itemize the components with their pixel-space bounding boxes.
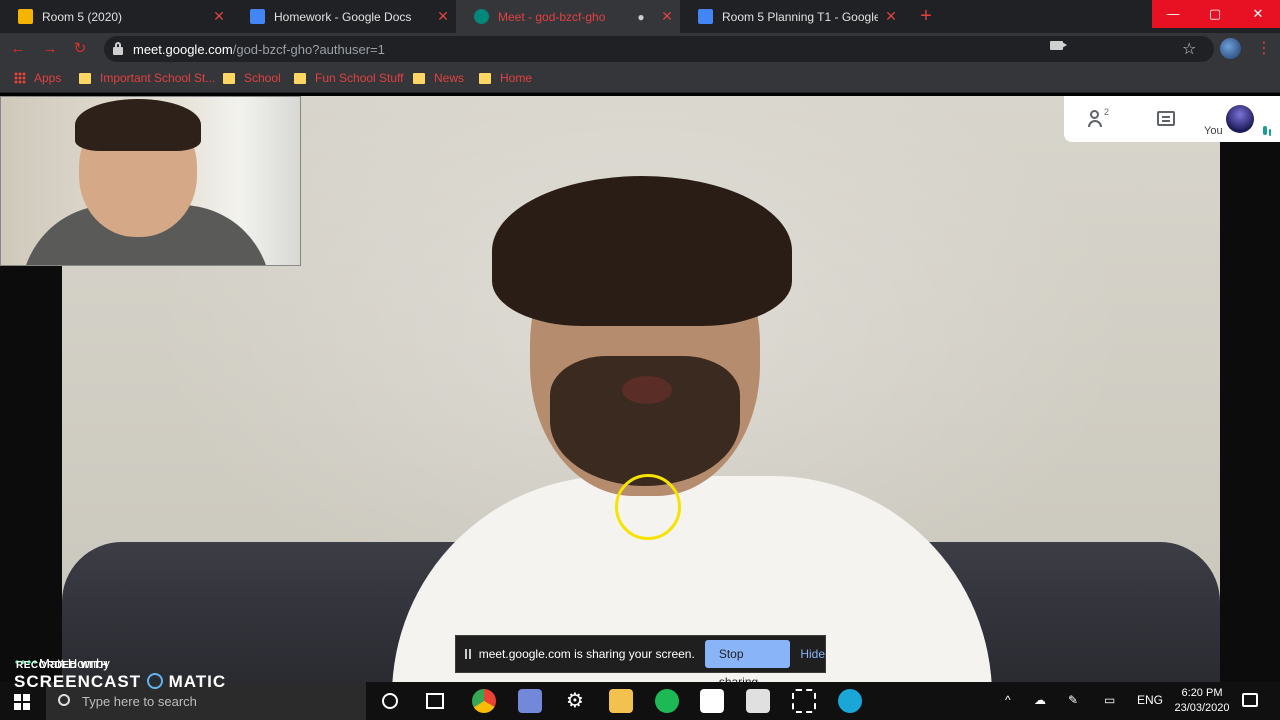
video-hair: [492, 176, 792, 326]
watermark-recorded-with: RECORDED WITH: [16, 660, 109, 671]
bookmark-label: School: [244, 71, 281, 85]
file-explorer-icon[interactable]: [609, 689, 633, 713]
close-icon[interactable]: ✕: [654, 8, 680, 25]
bookmark-important-school[interactable]: Important School St...: [79, 71, 215, 85]
tab-title: Room 5 Planning T1 - Google Do: [722, 9, 878, 24]
bookmark-label: Home: [500, 71, 533, 85]
tab-meet[interactable]: Meet - god-bzcf-gho ● ✕: [456, 0, 680, 33]
network-icon[interactable]: ▭: [1104, 693, 1115, 707]
folder-icon: [479, 72, 491, 84]
tray-chevron-icon[interactable]: ^: [1005, 693, 1011, 707]
share-message: meet.google.com is sharing your screen.: [478, 647, 695, 661]
bookmark-fun-school-stuff[interactable]: Fun School Stuff: [294, 71, 404, 85]
folder-icon: [413, 72, 425, 84]
settings-gear-icon[interactable]: ⚙: [563, 689, 587, 713]
windows-start-icon[interactable]: [14, 694, 30, 710]
tab-title: Homework - Google Docs: [274, 9, 412, 24]
back-icon[interactable]: ←: [8, 39, 28, 59]
apps-grid-icon: [14, 72, 26, 84]
camera-icon[interactable]: [1050, 41, 1063, 50]
address-bar[interactable]: meet.google.com/god-bzcf-gho?authuser=1: [104, 36, 1214, 62]
camera-app-icon[interactable]: [746, 689, 770, 713]
spotify-icon[interactable]: [655, 689, 679, 713]
task-view-icon[interactable]: [426, 693, 444, 709]
search-icon: [58, 694, 70, 706]
hide-button[interactable]: Hide: [800, 647, 825, 661]
close-icon[interactable]: ✕: [206, 8, 232, 25]
lock-icon: [113, 42, 123, 55]
bookmark-star-icon[interactable]: ☆: [1182, 39, 1196, 59]
maximize-button[interactable]: ▢: [1194, 0, 1236, 28]
cortana-icon[interactable]: [382, 693, 398, 709]
folder-icon: [79, 72, 91, 84]
docs-favicon-icon: [250, 9, 265, 24]
meet-top-panel: 2 You: [1064, 96, 1280, 142]
bookmark-home[interactable]: Home: [479, 71, 532, 85]
clock-date: 23/03/2020: [1174, 702, 1230, 714]
bookmark-school[interactable]: School: [223, 71, 281, 85]
tab-planning[interactable]: Room 5 Planning T1 - Google Do ✕: [680, 0, 904, 33]
docs-favicon-icon: [698, 9, 713, 24]
mic-level-icon: [1263, 126, 1267, 135]
onedrive-icon[interactable]: ☁: [1034, 693, 1046, 707]
you-label: You: [1204, 125, 1223, 137]
tab-room5[interactable]: Room 5 (2020) ✕: [0, 0, 232, 33]
bookmark-apps[interactable]: Apps: [14, 71, 61, 85]
bookmark-label: Important School St...: [100, 71, 216, 85]
close-icon[interactable]: ✕: [878, 8, 904, 25]
tab-title: Room 5 (2020): [42, 9, 123, 24]
tab-title: Meet - god-bzcf-gho: [498, 9, 606, 24]
stop-sharing-button[interactable]: Stop sharing: [704, 640, 791, 689]
participant-count: 2: [1104, 107, 1110, 117]
notifications-icon[interactable]: [1242, 693, 1258, 707]
language-indicator[interactable]: ENG: [1137, 693, 1163, 707]
bookmark-label: News: [434, 71, 465, 85]
drag-handle-icon[interactable]: [465, 649, 471, 659]
browser-tab-strip: Room 5 (2020) ✕ Homework - Google Docs ✕…: [0, 0, 1280, 33]
browser-toolbar: ← → ↻ meet.google.com/god-bzcf-gho?authu…: [0, 33, 1280, 65]
bookmarks-bar: Apps Important School St... School Fun S…: [0, 65, 1280, 93]
bookmark-news[interactable]: News: [413, 71, 464, 85]
you-avatar[interactable]: [1226, 105, 1254, 133]
watermark-logo-icon: [146, 673, 163, 689]
bookmark-label: Apps: [34, 71, 62, 85]
snip-tool-icon[interactable]: [792, 689, 816, 713]
chrome-icon[interactable]: [472, 689, 496, 713]
reload-icon[interactable]: ↻: [70, 39, 90, 59]
profile-avatar[interactable]: [1220, 38, 1241, 59]
self-view-hair: [75, 99, 201, 151]
meet-favicon-icon: [474, 9, 489, 24]
minimize-button[interactable]: —: [1152, 0, 1194, 28]
search-placeholder: Type here to search: [82, 694, 197, 709]
new-tab-button[interactable]: +: [914, 5, 938, 27]
close-icon[interactable]: ✕: [430, 8, 456, 25]
store-icon[interactable]: [700, 689, 724, 713]
forward-icon[interactable]: →: [40, 39, 60, 59]
watermark-main: SCREENCAST MATIC: [14, 672, 227, 691]
tab-homework[interactable]: Homework - Google Docs ✕: [232, 0, 456, 33]
window-close-button[interactable]: ✕: [1236, 0, 1280, 28]
pen-icon[interactable]: ✎: [1068, 693, 1078, 707]
bookmark-label: Fun School Stuff: [315, 71, 404, 85]
meet-call-area: 2 You Matt Hornby meet.google.com is sha…: [0, 96, 1280, 689]
menu-icon[interactable]: ⋮: [1256, 38, 1272, 58]
url-text: meet.google.com/god-bzcf-gho?authuser=1: [133, 42, 385, 57]
clock-time: 6:20 PM: [1181, 687, 1223, 699]
screen-share-notification: meet.google.com is sharing your screen. …: [455, 635, 826, 689]
video-mouth: [622, 376, 672, 404]
folder-icon: [223, 72, 235, 84]
cursor-highlight-ring: [615, 474, 681, 540]
taskbar-clock[interactable]: 6:20 PM 23/03/2020: [1172, 686, 1232, 716]
classroom-favicon-icon: [18, 9, 33, 24]
chat-icon[interactable]: [1157, 111, 1175, 126]
self-view-video[interactable]: [0, 96, 301, 266]
folder-icon: [294, 72, 306, 84]
app-icon[interactable]: [838, 689, 862, 713]
discord-icon[interactable]: [518, 689, 542, 713]
recording-dot-icon: ●: [637, 9, 645, 24]
